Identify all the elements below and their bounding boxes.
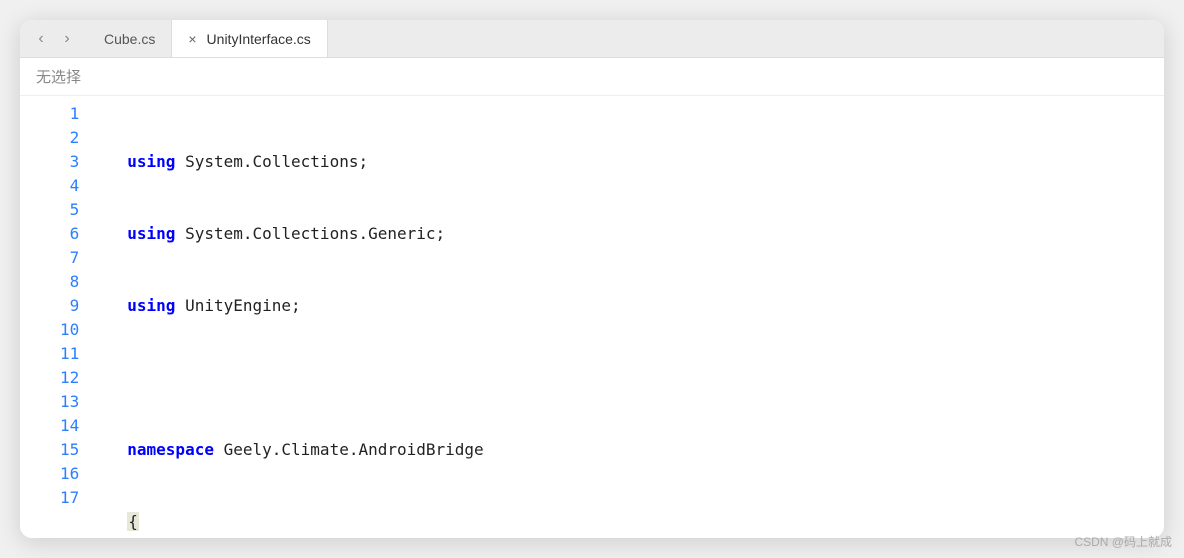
code-line: using System.Collections; bbox=[97, 150, 1164, 174]
code-content[interactable]: using System.Collections; using System.C… bbox=[97, 96, 1164, 538]
breadcrumb[interactable]: 无选择 bbox=[20, 58, 1164, 96]
line-number: 8 bbox=[60, 270, 79, 294]
code-line: using UnityEngine; bbox=[97, 294, 1164, 318]
nav-forward-icon[interactable]: › bbox=[58, 30, 76, 48]
line-number: 13 bbox=[60, 390, 79, 414]
code-line: namespace Geely.Climate.AndroidBridge bbox=[97, 438, 1164, 462]
line-number: 16 bbox=[60, 462, 79, 486]
line-number: 4 bbox=[60, 174, 79, 198]
line-number: 6 bbox=[60, 222, 79, 246]
line-number: 1 bbox=[60, 102, 79, 126]
line-number: 2 bbox=[60, 126, 79, 150]
code-line: using System.Collections.Generic; bbox=[97, 222, 1164, 246]
line-number: 10 bbox=[60, 318, 79, 342]
tab-cube[interactable]: Cube.cs bbox=[88, 20, 172, 57]
line-number: 9 bbox=[60, 294, 79, 318]
tab-label: UnityInterface.cs bbox=[207, 31, 311, 47]
editor-window: ‹ › Cube.cs × UnityInterface.cs 无选择 1 2 … bbox=[20, 20, 1164, 538]
tab-bar: ‹ › Cube.cs × UnityInterface.cs bbox=[20, 20, 1164, 58]
line-number: 3 bbox=[60, 150, 79, 174]
line-number: 12 bbox=[60, 366, 79, 390]
code-line bbox=[97, 366, 1164, 390]
line-number: 17 bbox=[60, 486, 79, 510]
nav-back-icon[interactable]: ‹ bbox=[32, 30, 50, 48]
line-gutter: 1 2 3 4 5 6 7 8 9 10 11 12 13 14 15 16 1… bbox=[20, 96, 97, 538]
tab-unityinterface[interactable]: × UnityInterface.cs bbox=[172, 20, 327, 57]
line-number: 14 bbox=[60, 414, 79, 438]
code-editor[interactable]: 1 2 3 4 5 6 7 8 9 10 11 12 13 14 15 16 1… bbox=[20, 96, 1164, 538]
line-number: 11 bbox=[60, 342, 79, 366]
watermark: CSDN @码上就成 bbox=[1074, 533, 1172, 550]
close-icon[interactable]: × bbox=[188, 31, 196, 47]
code-line: { bbox=[97, 510, 1164, 534]
line-number: 5 bbox=[60, 198, 79, 222]
tab-label: Cube.cs bbox=[104, 31, 155, 47]
nav-arrows: ‹ › bbox=[20, 30, 88, 48]
line-number: 7 bbox=[60, 246, 79, 270]
line-number: 15 bbox=[60, 438, 79, 462]
